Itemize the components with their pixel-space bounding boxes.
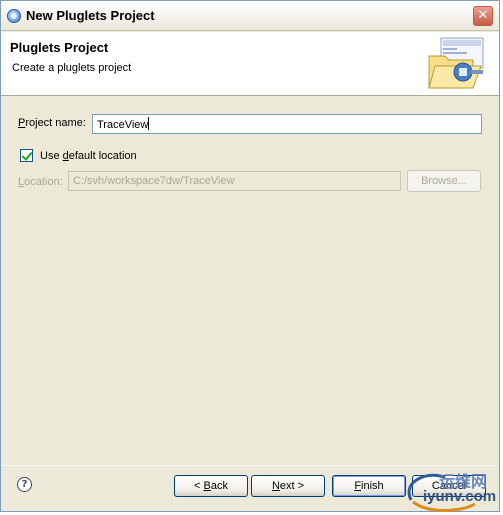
next-text: ext > [279, 480, 305, 492]
browse-button: Browse... [407, 170, 481, 192]
back-button[interactable]: < Back [174, 475, 248, 497]
title-bar[interactable]: New Pluglets Project ✕ [1, 1, 499, 31]
use-default-location-checkbox[interactable] [20, 149, 33, 162]
use-default-location-label[interactable]: Use default location [40, 150, 137, 162]
wizard-banner: Pluglets Project Create a pluglets proje… [1, 32, 499, 96]
next-button[interactable]: Next > [251, 475, 325, 497]
window-title: New Pluglets Project [26, 8, 155, 23]
next-mnemonic: N [271, 480, 280, 492]
project-name-label: Project name: [18, 117, 86, 129]
wizard-description: Create a pluglets project [12, 62, 132, 74]
help-icon[interactable]: ? [17, 477, 32, 492]
close-button[interactable]: ✕ [473, 6, 493, 26]
use-default-text-1: Use [40, 150, 63, 162]
folder-plug-icon [428, 37, 484, 89]
use-default-text-2: efault location [68, 150, 137, 162]
project-name-input[interactable]: TraceView [92, 114, 482, 134]
wizard-title: Pluglets Project [10, 40, 109, 55]
watermark-text-url: iyunv.com [423, 488, 497, 505]
back-text-2: ack [210, 480, 228, 492]
location-label-text: ocation: [24, 176, 63, 188]
back-text-1: < [194, 480, 204, 492]
location-label: Location: [18, 176, 63, 188]
finish-button[interactable]: Finish [332, 475, 406, 497]
text-cursor [148, 117, 150, 130]
finish-text: inish [361, 480, 384, 492]
eclipse-app-icon [7, 9, 21, 23]
back-mnemonic: B [203, 480, 211, 492]
project-name-label-text: roject name: [25, 117, 86, 129]
dialog-window: New Pluglets Project ✕ Pluglets Project … [0, 0, 500, 512]
watermark-logo: 运维网 iyunv.com [401, 466, 503, 515]
location-input: C:/svh/workspace7dw/TraceView [68, 171, 401, 191]
project-name-value: TraceView [97, 119, 149, 131]
